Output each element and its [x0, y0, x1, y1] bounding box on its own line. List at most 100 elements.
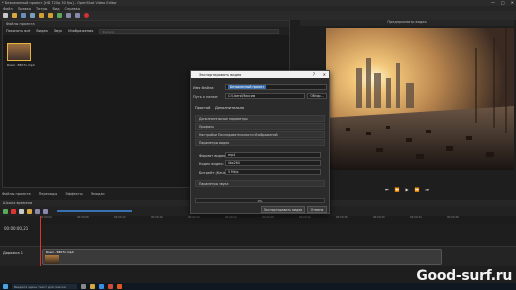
filename-value: Безымянный проект — [228, 85, 267, 89]
timecode: 00:00:00,21 — [4, 226, 29, 231]
app-icon[interactable] — [108, 284, 113, 289]
tab-emoji[interactable]: Эмодзи — [91, 192, 105, 198]
help-button[interactable]: ? — [313, 72, 315, 77]
export-button[interactable]: Экспортировать видео — [261, 206, 305, 213]
close-window-button[interactable]: ✕ — [511, 0, 514, 5]
dialog-title-bar: Экспортировать видео ? ✕ — [191, 71, 329, 78]
taskbar: Введите здесь текст для поиска — [0, 283, 516, 290]
profile-section[interactable]: Профиль — [195, 123, 325, 130]
video-codec-label: Кодек видео: — [199, 161, 224, 166]
tab-transitions[interactable]: Переходы — [39, 192, 58, 198]
import-files-icon[interactable] — [57, 13, 62, 18]
menu-view[interactable]: Вид — [52, 7, 59, 11]
tick-label: 00:00:28 — [262, 216, 274, 219]
watermark-text: Good-surf.ru — [416, 268, 512, 284]
windows-start-icon[interactable] — [3, 284, 8, 289]
bitrate-input[interactable]: 5 Mb/s — [225, 169, 321, 175]
add-track-icon[interactable] — [3, 208, 8, 214]
export-video-icon[interactable] — [84, 13, 89, 18]
new-project-icon[interactable] — [3, 13, 8, 18]
tab-project-files[interactable]: Файлы проекта — [2, 192, 31, 198]
tick-label: 00:00:32 — [299, 216, 311, 219]
filename-label: Имя Файла: — [193, 85, 215, 90]
menu-help[interactable]: Справка — [65, 7, 80, 11]
filter-images[interactable]: Изображения — [68, 29, 93, 33]
profile-icon[interactable] — [66, 13, 71, 18]
tick-label: 00:00:12 — [114, 216, 126, 219]
video-format-label: Формат видео: — [199, 153, 227, 158]
redo-icon[interactable] — [48, 13, 53, 18]
dialog-close-button[interactable]: ✕ — [323, 72, 326, 77]
preview-title: Предпросмотр видео — [300, 20, 514, 26]
clip-label: Road - 5807x.mp4 — [46, 250, 74, 254]
next-marker-icon[interactable] — [43, 208, 48, 214]
jump-start-icon[interactable]: ⏮ — [385, 187, 389, 192]
tick-label: 00:00:20 — [188, 216, 200, 219]
clip-thumbnail — [45, 255, 59, 264]
video-format-input[interactable]: mp4 — [225, 152, 321, 158]
jump-end-icon[interactable]: ⏭ — [426, 187, 430, 192]
playhead[interactable] — [40, 216, 41, 266]
tick-label: 00:00:16 — [151, 216, 163, 219]
play-icon[interactable]: ▶ — [405, 187, 408, 192]
browse-button[interactable]: Обзор... — [307, 93, 327, 99]
export-dialog: Экспортировать видео ? ✕ Имя Файла: Безы… — [190, 70, 330, 214]
filter-bar: Показать всё Видео Звук Изображения Филь… — [3, 27, 289, 35]
filter-audio[interactable]: Звук — [54, 29, 63, 33]
video-codec-input[interactable]: libx264 — [225, 160, 321, 166]
maximize-button[interactable]: □ — [501, 0, 505, 5]
main-toolbar — [0, 11, 516, 20]
filter-show-all[interactable]: Показать всё — [6, 29, 30, 33]
snap-icon[interactable] — [11, 208, 16, 214]
track-label: Дорожка 1 — [3, 251, 23, 255]
tick-label: 00:00:44 — [410, 216, 422, 219]
cancel-button[interactable]: Отмена — [307, 206, 327, 213]
dialog-title: Экспортировать видео — [199, 72, 242, 77]
tick-label: 00:00:04 — [40, 216, 52, 219]
zoom-slider[interactable] — [57, 210, 132, 212]
rewind-icon[interactable]: ⏪ — [394, 187, 399, 192]
folder-input[interactable]: C:\Users\Максим — [225, 93, 305, 99]
save-icon[interactable] — [21, 13, 26, 18]
filter-input[interactable]: Фильтр — [99, 28, 280, 34]
menu-file[interactable]: Файл — [3, 7, 13, 11]
open-project-icon[interactable] — [12, 13, 17, 18]
advanced-options-section[interactable]: Дополнительные параметры — [195, 115, 325, 122]
task-view-icon[interactable] — [81, 284, 86, 289]
explorer-icon[interactable] — [90, 284, 95, 289]
menu-edit[interactable]: Правка — [18, 7, 31, 11]
playback-controls: ⏮ ⏪ ▶ ⏩ ⏭ — [300, 185, 514, 193]
fullscreen-icon[interactable] — [75, 13, 80, 18]
taskbar-search[interactable]: Введите здесь текст для поиска — [12, 284, 77, 289]
file-thumbnail[interactable] — [7, 43, 31, 61]
fast-forward-icon[interactable]: ⏩ — [415, 187, 420, 192]
undo-icon[interactable] — [39, 13, 44, 18]
tab-effects[interactable]: Эффекты — [65, 192, 83, 198]
timeline-clip[interactable]: Road - 5807x.mp4 — [42, 249, 442, 265]
export-progress: 0% — [195, 198, 325, 203]
track-row: Дорожка 1 Road - 5807x.mp4 — [0, 246, 516, 266]
razor-icon[interactable] — [19, 208, 24, 214]
openshot-icon[interactable] — [117, 284, 122, 289]
filename-input[interactable]: Безымянный проект — [225, 84, 327, 90]
minimize-button[interactable]: — — [491, 0, 495, 5]
marker-icon[interactable] — [27, 208, 32, 214]
save-as-icon[interactable] — [30, 13, 35, 18]
video-settings-section[interactable]: Параметры видео — [195, 139, 325, 146]
image-sequence-section[interactable]: Настройки Последовательности Изображений — [195, 131, 325, 138]
time-ruler: 00:00:04 00:00:08 00:00:12 00:00:16 00:0… — [40, 216, 516, 224]
tab-simple[interactable]: Простой — [195, 106, 210, 110]
audio-settings-section[interactable]: Параметры звука — [195, 180, 325, 187]
tick-label: 00:00:40 — [373, 216, 385, 219]
filter-video[interactable]: Видео — [36, 29, 47, 33]
window-title: * Безымянный проект [HD 720p 30 fps] - O… — [2, 1, 117, 5]
panel-tabs: Файлы проекта Переходы Эффекты Эмодзи — [2, 192, 105, 198]
tick-label: 00:00:08 — [77, 216, 89, 219]
prev-marker-icon[interactable] — [35, 208, 40, 214]
tick-label: 00:00:24 — [225, 216, 237, 219]
file-name: Road - 5807x.mp4 — [7, 63, 35, 67]
tab-advanced[interactable]: Дополнительно — [215, 106, 244, 110]
edge-icon[interactable] — [99, 284, 104, 289]
tick-label: 00:00:48 — [447, 216, 459, 219]
menu-titles[interactable]: Титры — [36, 7, 47, 11]
